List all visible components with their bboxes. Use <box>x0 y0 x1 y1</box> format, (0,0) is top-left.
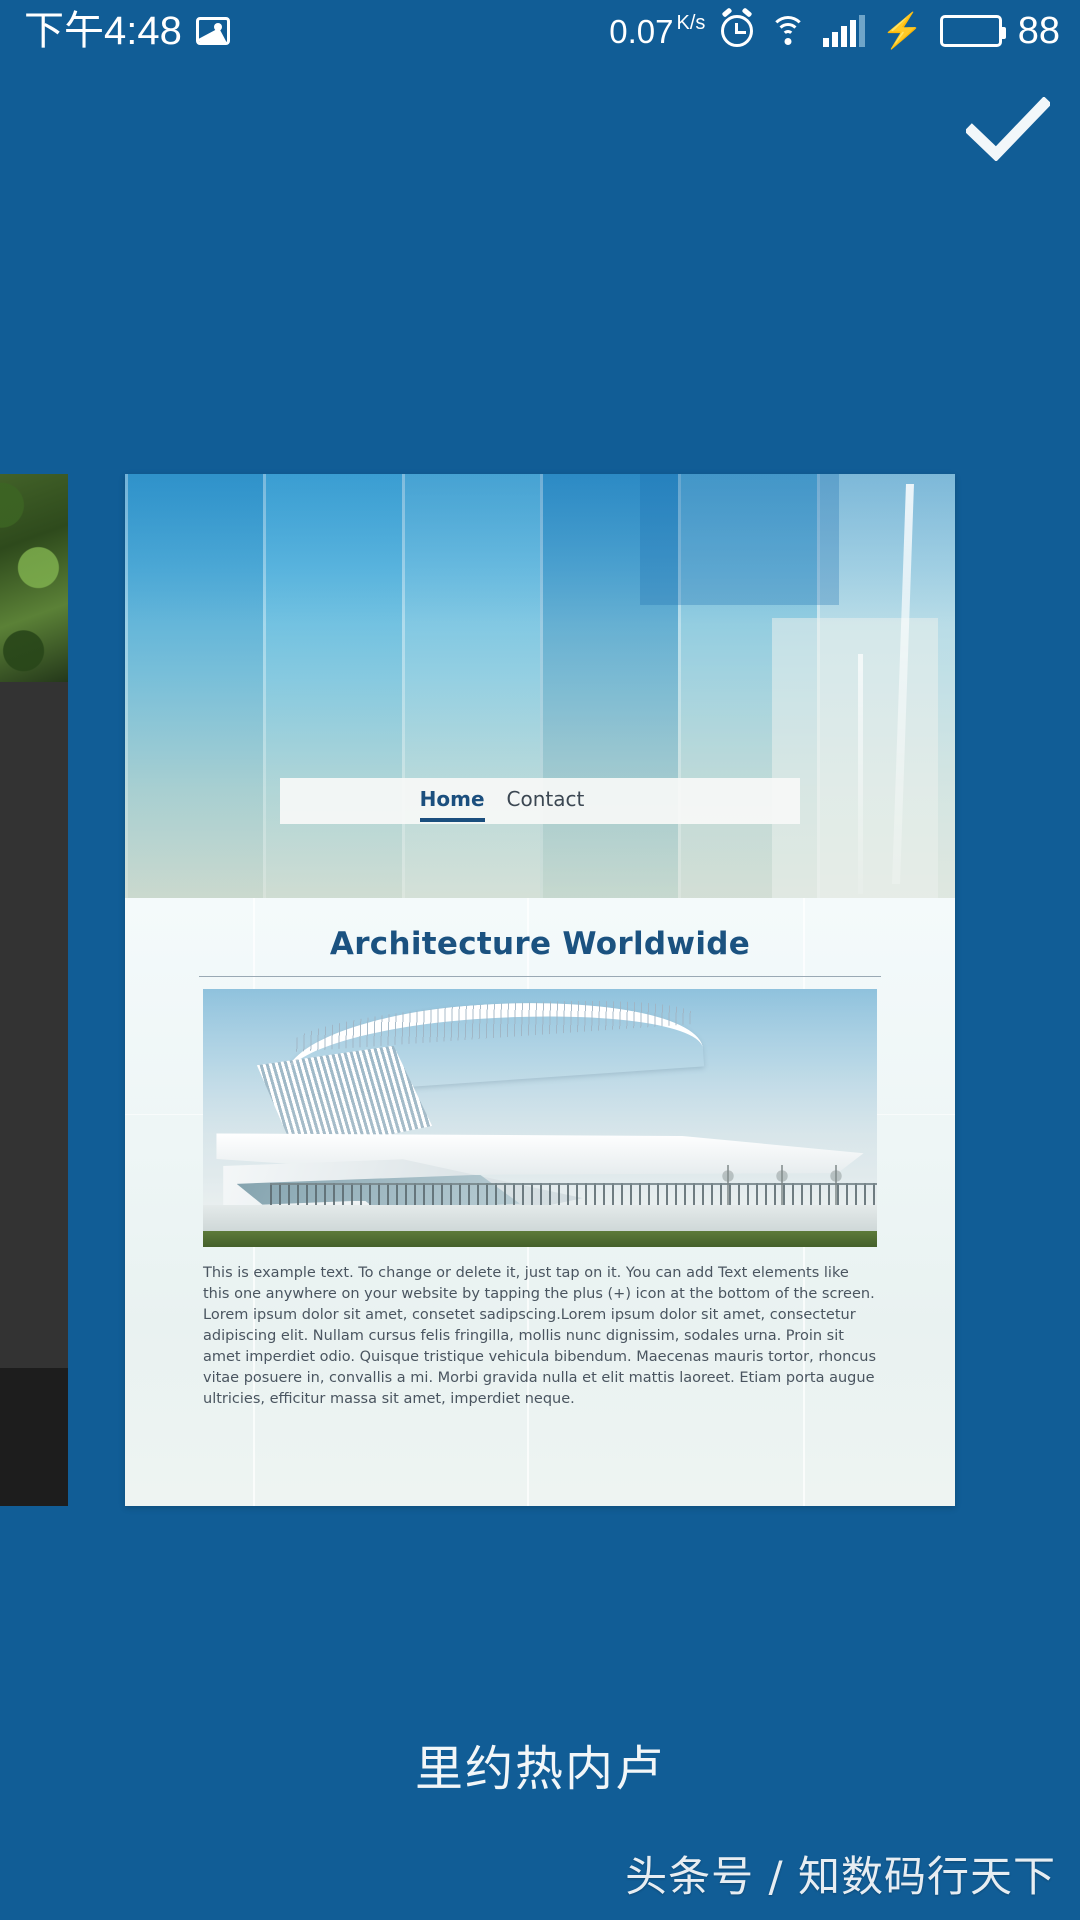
title-divider <box>199 976 881 977</box>
site-nav-items: Home Contact <box>419 789 585 822</box>
card-carousel[interactable]: Home Contact Architecture Worldwide This… <box>0 0 1080 1920</box>
hero-top-shade <box>125 474 955 624</box>
website-preview-card[interactable]: Home Contact Architecture Worldwide This… <box>125 474 955 1506</box>
nav-item-home[interactable]: Home <box>419 789 485 822</box>
page-title: Architecture Worldwide <box>329 926 751 962</box>
tree-icon <box>772 1165 791 1205</box>
previous-card-lower-band <box>0 1368 68 1506</box>
blue-glass-facade-photo: Home Contact <box>125 474 955 898</box>
green-foliage-photo <box>0 474 68 682</box>
tree-icon <box>826 1165 845 1205</box>
lawn-strip <box>203 1231 877 1247</box>
watermark: 头条号 / 知数码行天下 <box>625 1852 1056 1901</box>
plaza-ground <box>203 1205 877 1231</box>
hero-light-streak-secondary <box>858 654 863 894</box>
card-content: Architecture Worldwide This is example t… <box>125 898 955 1506</box>
body-paragraph: This is example text. To change or delet… <box>203 1265 876 1407</box>
nav-item-contact[interactable]: Contact <box>507 789 585 813</box>
previous-preview-card[interactable] <box>0 474 68 1506</box>
photo-caption: 里约热内卢 <box>414 1741 665 1797</box>
tree-icon <box>718 1165 737 1205</box>
site-nav-bar[interactable]: Home Contact <box>280 778 800 824</box>
hero-block-b <box>772 618 939 898</box>
milwaukee-art-museum-photo <box>203 989 877 1247</box>
